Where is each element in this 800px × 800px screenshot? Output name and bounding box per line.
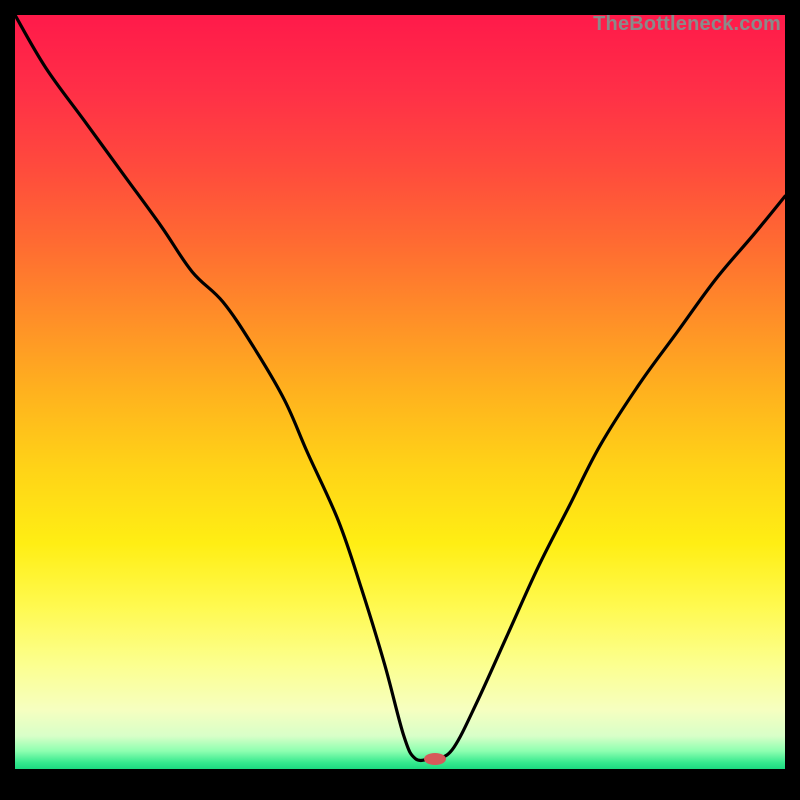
bottleneck-chart: [15, 15, 785, 785]
chart-frame: TheBottleneck.com: [15, 15, 785, 785]
watermark-label: TheBottleneck.com: [593, 13, 781, 36]
gradient-background: [15, 15, 785, 770]
optimum-marker: [424, 753, 446, 765]
